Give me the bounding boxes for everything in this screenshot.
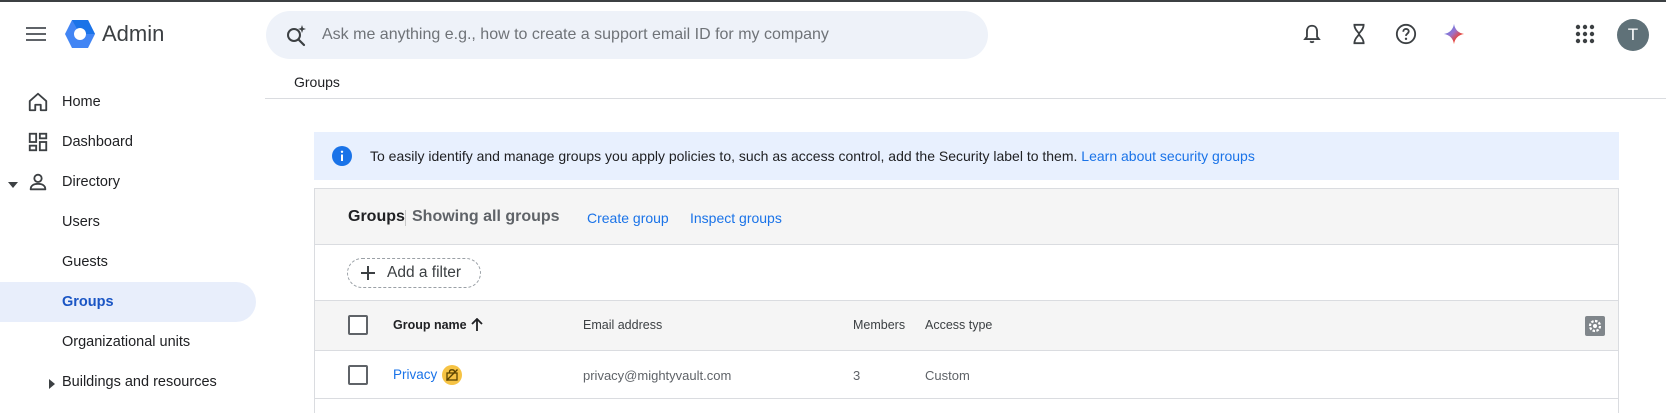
column-header-group-name[interactable]: Group name [393, 318, 467, 332]
learn-security-groups-link[interactable]: Learn about security groups [1081, 148, 1255, 164]
table-header: Group name Email address Members Access … [315, 301, 1618, 351]
access-type-cell: Custom [925, 368, 970, 383]
filter-bar: Add a filter [315, 245, 1618, 301]
hourglass-icon[interactable] [1346, 21, 1372, 47]
create-group-link[interactable]: Create group [587, 210, 669, 226]
sidebar-item-label: Groups [62, 294, 114, 310]
apps-icon[interactable] [1572, 21, 1598, 47]
sidebar-item-users[interactable]: Users [0, 202, 256, 242]
row-checkbox[interactable] [348, 365, 368, 385]
no-security-label-icon [442, 365, 462, 385]
search-bar[interactable] [266, 11, 988, 59]
select-all-checkbox[interactable] [348, 315, 368, 335]
bell-icon[interactable] [1299, 21, 1325, 47]
sidebar-item-dashboard[interactable]: Dashboard [0, 122, 256, 162]
table-row[interactable]: Privacy privacy@mightyvault.com 3 Custom [315, 351, 1618, 399]
sidebar-item-home[interactable]: Home [0, 82, 256, 122]
gemini-icon[interactable] [1441, 21, 1467, 47]
admin-logo-icon[interactable] [64, 19, 96, 49]
sidebar-item-guests[interactable]: Guests [0, 242, 256, 282]
card-subtitle: Showing all groups [412, 208, 560, 225]
sidebar-item-label: Home [62, 94, 101, 110]
info-icon [332, 146, 352, 166]
arrow-up-icon[interactable] [470, 317, 484, 332]
app-title[interactable]: Admin [102, 21, 164, 47]
info-banner: To easily identify and manage groups you… [314, 132, 1619, 180]
sidebar-item-label: Organizational units [62, 334, 191, 350]
add-filter-label: Add a filter [387, 264, 462, 281]
sidebar-item-groups[interactable]: Groups [0, 282, 256, 322]
sidebar-item-label: Guests [62, 254, 108, 270]
sidebar-item-label: Directory [62, 174, 121, 190]
card-header: Groups Showing all groups Create group I… [315, 189, 1618, 245]
caret-down-icon[interactable] [8, 178, 18, 194]
groups-card: Groups Showing all groups Create group I… [314, 188, 1619, 413]
sidebar-item-organizational-units[interactable]: Organizational units [0, 322, 256, 362]
search-spark-icon [284, 23, 308, 47]
column-header-access-type[interactable]: Access type [925, 318, 992, 332]
email-cell: privacy@mightyvault.com [583, 368, 732, 383]
home-icon [27, 91, 49, 113]
help-icon[interactable] [1393, 21, 1419, 47]
search-input[interactable] [322, 11, 972, 59]
banner-text: To easily identify and manage groups you… [370, 148, 1255, 164]
add-filter-button[interactable]: Add a filter [347, 258, 481, 288]
header-divider [265, 98, 1666, 99]
column-header-members[interactable]: Members [853, 318, 905, 332]
sidebar-item-label: Buildings and resources [62, 374, 217, 390]
dashboard-icon [27, 131, 49, 153]
breadcrumb[interactable]: Groups [294, 74, 340, 90]
menu-icon[interactable] [22, 22, 50, 46]
caret-right-icon[interactable] [49, 377, 55, 393]
plus-icon [360, 265, 376, 281]
column-header-email[interactable]: Email address [583, 318, 662, 332]
members-cell: 3 [853, 368, 861, 383]
sidebar-item-directory[interactable]: Directory [0, 162, 256, 202]
sidebar-item-label: Users [62, 214, 100, 230]
banner-message: To easily identify and manage groups you… [370, 148, 1078, 164]
group-name-link[interactable]: Privacy [393, 367, 437, 382]
person-icon [27, 171, 49, 193]
card-title: Groups [348, 208, 405, 225]
title-separator [405, 210, 406, 226]
top-bar: Admin T [0, 2, 1666, 66]
sidebar-item-label: Dashboard [62, 134, 133, 150]
inspect-groups-link[interactable]: Inspect groups [690, 210, 782, 226]
avatar[interactable]: T [1617, 19, 1649, 51]
sidebar-item-buildings-and-resources[interactable]: Buildings and resources [0, 362, 256, 402]
gear-icon[interactable] [1585, 316, 1605, 336]
